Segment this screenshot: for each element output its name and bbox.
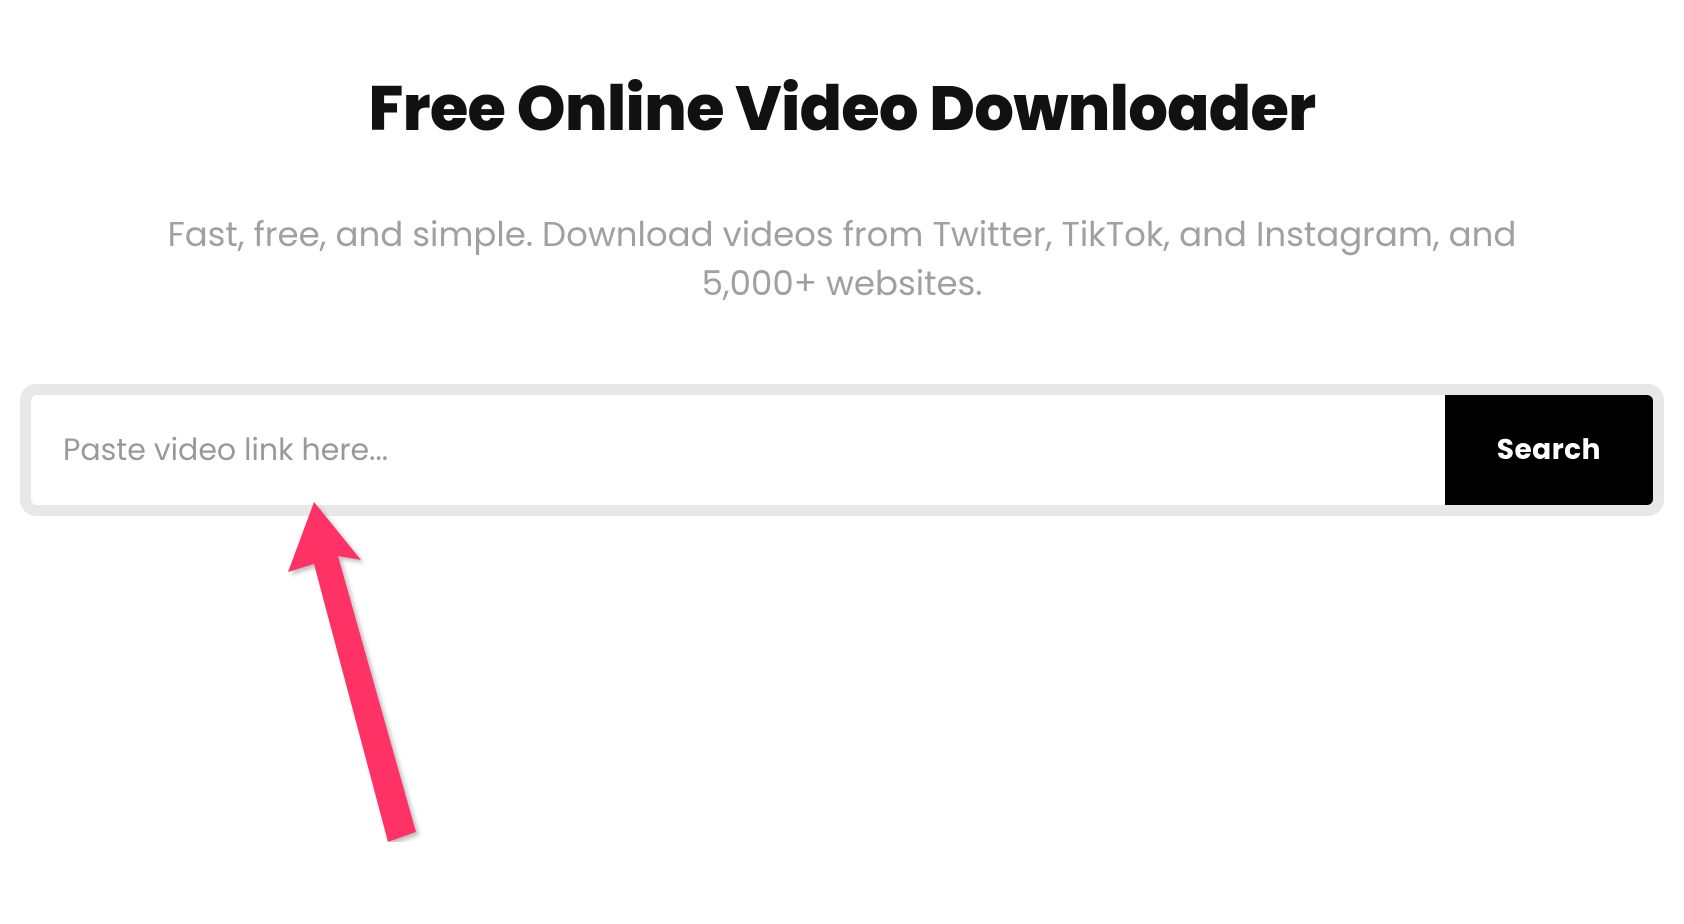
main-container: Free Online Video Downloader Fast, free,… [0, 0, 1684, 516]
video-link-input[interactable] [31, 395, 1445, 505]
page-title: Free Online Video Downloader [368, 62, 1315, 155]
search-button[interactable]: Search [1445, 395, 1653, 505]
search-form: Search [20, 384, 1664, 516]
page-subtitle: Fast, free, and simple. Download videos … [132, 210, 1552, 309]
arrow-annotation-icon [276, 502, 436, 849]
